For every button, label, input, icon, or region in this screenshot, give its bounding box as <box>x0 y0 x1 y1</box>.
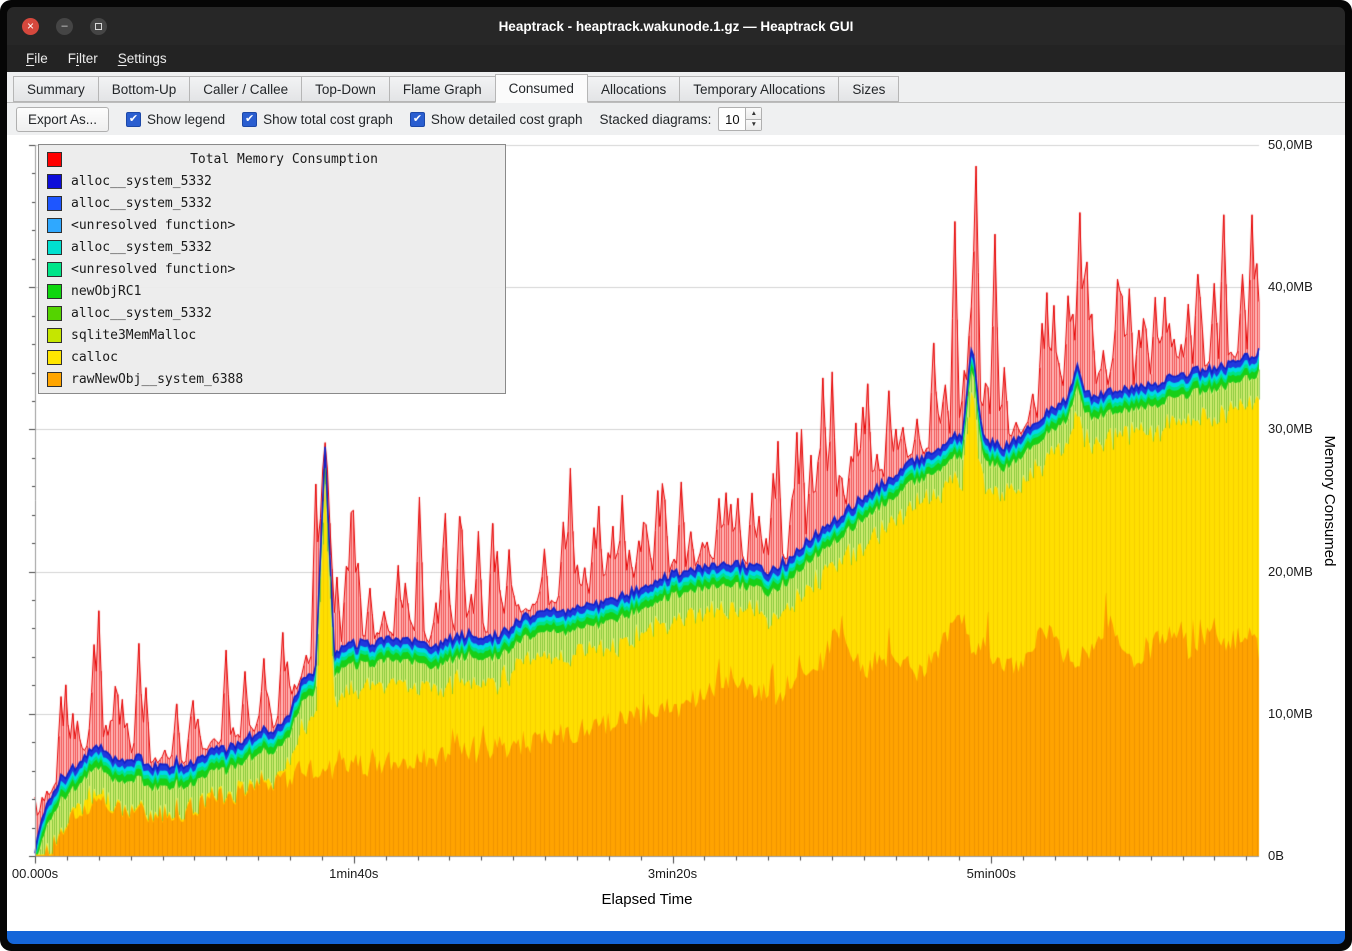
window-title: Heaptrack - heaptrack.wakunode.1.gz — He… <box>7 19 1345 34</box>
checkbox-label[interactable]: Show total cost graph <box>263 112 393 127</box>
checkbox-box[interactable]: ✔ <box>126 112 141 127</box>
tab-bar: SummaryBottom-UpCaller / CalleeTop-DownF… <box>7 72 1345 103</box>
window-controls: × – <box>7 18 107 35</box>
legend-item: alloc__system_5332 <box>39 302 505 324</box>
menu-file[interactable]: File <box>17 48 57 69</box>
bottom-status-strip <box>7 931 1345 944</box>
legend-swatch <box>47 284 62 299</box>
checkbox-show-detailed-cost-graph: ✔ Show detailed cost graph <box>410 112 583 127</box>
legend-label: calloc <box>71 350 118 365</box>
checkbox-show-legend: ✔ Show legend <box>126 112 225 127</box>
legend-swatch <box>47 240 62 255</box>
y-tick-label: 40,0MB <box>1268 279 1313 294</box>
checkbox-show-total-cost-graph: ✔ Show total cost graph <box>242 112 393 127</box>
maximize-button[interactable] <box>90 18 107 35</box>
legend-swatch <box>47 306 62 321</box>
menubar: FileFilterSettings <box>7 45 1345 72</box>
tab-flame-graph[interactable]: Flame Graph <box>389 76 496 102</box>
x-axis-label: Elapsed Time <box>602 891 693 908</box>
legend-title: Total Memory Consumption <box>71 152 497 167</box>
legend-swatch <box>47 262 62 277</box>
legend-label: alloc__system_5332 <box>71 174 212 189</box>
legend-item: rawNewObj__system_6388 <box>39 368 505 390</box>
minimize-button[interactable]: – <box>56 18 73 35</box>
chart-area: Total Memory Consumption alloc__system_53… <box>7 135 1345 931</box>
maximize-icon <box>95 23 102 30</box>
tab-bottom-up[interactable]: Bottom-Up <box>98 76 191 102</box>
legend-label: alloc__system_5332 <box>71 196 212 211</box>
legend-item: alloc__system_5332 <box>39 236 505 258</box>
legend-label: rawNewObj__system_6388 <box>71 372 243 387</box>
legend-item: newObjRC1 <box>39 280 505 302</box>
y-tick-label: 20,0MB <box>1268 564 1313 579</box>
y-tick-label: 50,0MB <box>1268 137 1313 152</box>
spin-down-button[interactable]: ▼ <box>746 119 761 131</box>
export-as-button[interactable]: Export As... <box>16 107 109 132</box>
tab-caller-callee[interactable]: Caller / Callee <box>189 76 302 102</box>
titlebar: × – Heaptrack - heaptrack.wakunode.1.gz … <box>7 7 1345 45</box>
legend-item: alloc__system_5332 <box>39 170 505 192</box>
legend-label: newObjRC1 <box>71 284 141 299</box>
legend-item: sqlite3MemMalloc <box>39 324 505 346</box>
menu-filter[interactable]: Filter <box>59 48 107 69</box>
legend-label: <unresolved function> <box>71 218 235 233</box>
legend-swatch <box>47 372 62 387</box>
legend-item: calloc <box>39 346 505 368</box>
stacked-diagrams-group: Stacked diagrams: 10 ▲ ▼ <box>600 107 763 131</box>
tab-consumed[interactable]: Consumed <box>495 74 588 103</box>
stacked-diagrams-spinbox: 10 ▲ ▼ <box>718 107 762 131</box>
checkbox-box[interactable]: ✔ <box>410 112 425 127</box>
spin-buttons: ▲ ▼ <box>745 108 761 130</box>
tab-top-down[interactable]: Top-Down <box>301 76 390 102</box>
tab-temporary-allocations[interactable]: Temporary Allocations <box>679 76 839 102</box>
legend-swatch <box>47 218 62 233</box>
legend-label: sqlite3MemMalloc <box>71 328 196 343</box>
legend-label: <unresolved function> <box>71 262 235 277</box>
x-tick-label: 00.000s <box>12 866 58 881</box>
checkbox-label[interactable]: Show detailed cost graph <box>431 112 583 127</box>
chart-legend: Total Memory Consumption alloc__system_53… <box>38 144 506 394</box>
x-tick-label: 1min40s <box>329 866 378 881</box>
checkbox-box[interactable]: ✔ <box>242 112 257 127</box>
x-tick-label: 3min20s <box>648 866 697 881</box>
legend-swatch <box>47 328 62 343</box>
y-axis-label: Memory Consumed <box>1321 435 1338 566</box>
legend-label: alloc__system_5332 <box>71 240 212 255</box>
main-area: SummaryBottom-UpCaller / CalleeTop-DownF… <box>7 72 1345 931</box>
spin-up-button[interactable]: ▲ <box>746 108 761 119</box>
stacked-diagrams-value[interactable]: 10 <box>719 108 745 130</box>
tab-summary[interactable]: Summary <box>13 76 99 102</box>
legend-swatch <box>47 174 62 189</box>
legend-swatch <box>47 196 62 211</box>
legend-item: <unresolved function> <box>39 214 505 236</box>
x-tick-label: 5min00s <box>967 866 1016 881</box>
y-tick-label: 30,0MB <box>1268 421 1313 436</box>
legend-swatch <box>47 350 62 365</box>
y-tick-label: 10,0MB <box>1268 706 1313 721</box>
legend-title-row: Total Memory Consumption <box>39 148 505 170</box>
legend-swatch <box>47 152 62 167</box>
checkbox-label[interactable]: Show legend <box>147 112 225 127</box>
close-button[interactable]: × <box>22 18 39 35</box>
legend-item: alloc__system_5332 <box>39 192 505 214</box>
checkbox-row: ✔ Show legend ✔ Show total cost graph ✔ Show … <box>126 112 583 127</box>
stacked-diagrams-label: Stacked diagrams: <box>600 112 712 127</box>
legend-label: alloc__system_5332 <box>71 306 212 321</box>
toolbar: Export As... ✔ Show legend ✔ Show total cos… <box>7 103 1345 135</box>
tab-sizes[interactable]: Sizes <box>838 76 899 102</box>
tab-allocations[interactable]: Allocations <box>587 76 680 102</box>
app-window: × – Heaptrack - heaptrack.wakunode.1.gz … <box>0 0 1352 951</box>
legend-item: <unresolved function> <box>39 258 505 280</box>
menu-settings[interactable]: Settings <box>109 48 176 69</box>
y-tick-label: 0B <box>1268 848 1284 863</box>
